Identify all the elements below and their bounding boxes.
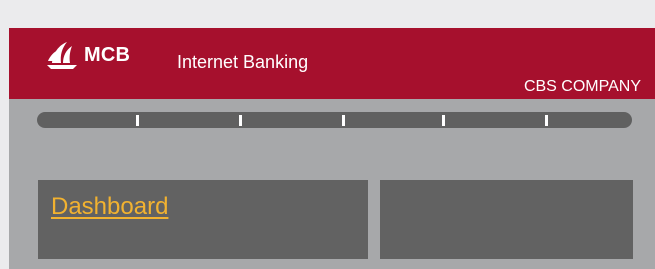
mcb-ship-icon: [47, 42, 77, 69]
progress-tick: [136, 115, 139, 126]
progress-tick: [342, 115, 345, 126]
company-name: CBS COMPANY: [523, 78, 641, 95]
logo-text: MCB: [84, 43, 131, 66]
app-header: MCB Internet Banking CBS COMPANY: [9, 28, 655, 99]
mcb-logo[interactable]: MCB: [43, 39, 130, 71]
app-frame: MCB Internet Banking CBS COMPANY Dashboa…: [9, 28, 655, 269]
dashboard-panel: Dashboard: [38, 180, 368, 259]
progress-tick: [545, 115, 548, 126]
progress-tick: [442, 115, 445, 126]
app-title: Internet Banking: [177, 52, 309, 72]
progress-bar: [37, 112, 632, 128]
progress-tick: [239, 115, 242, 126]
dashboard-link[interactable]: Dashboard: [51, 193, 168, 221]
side-panel: [380, 180, 633, 259]
